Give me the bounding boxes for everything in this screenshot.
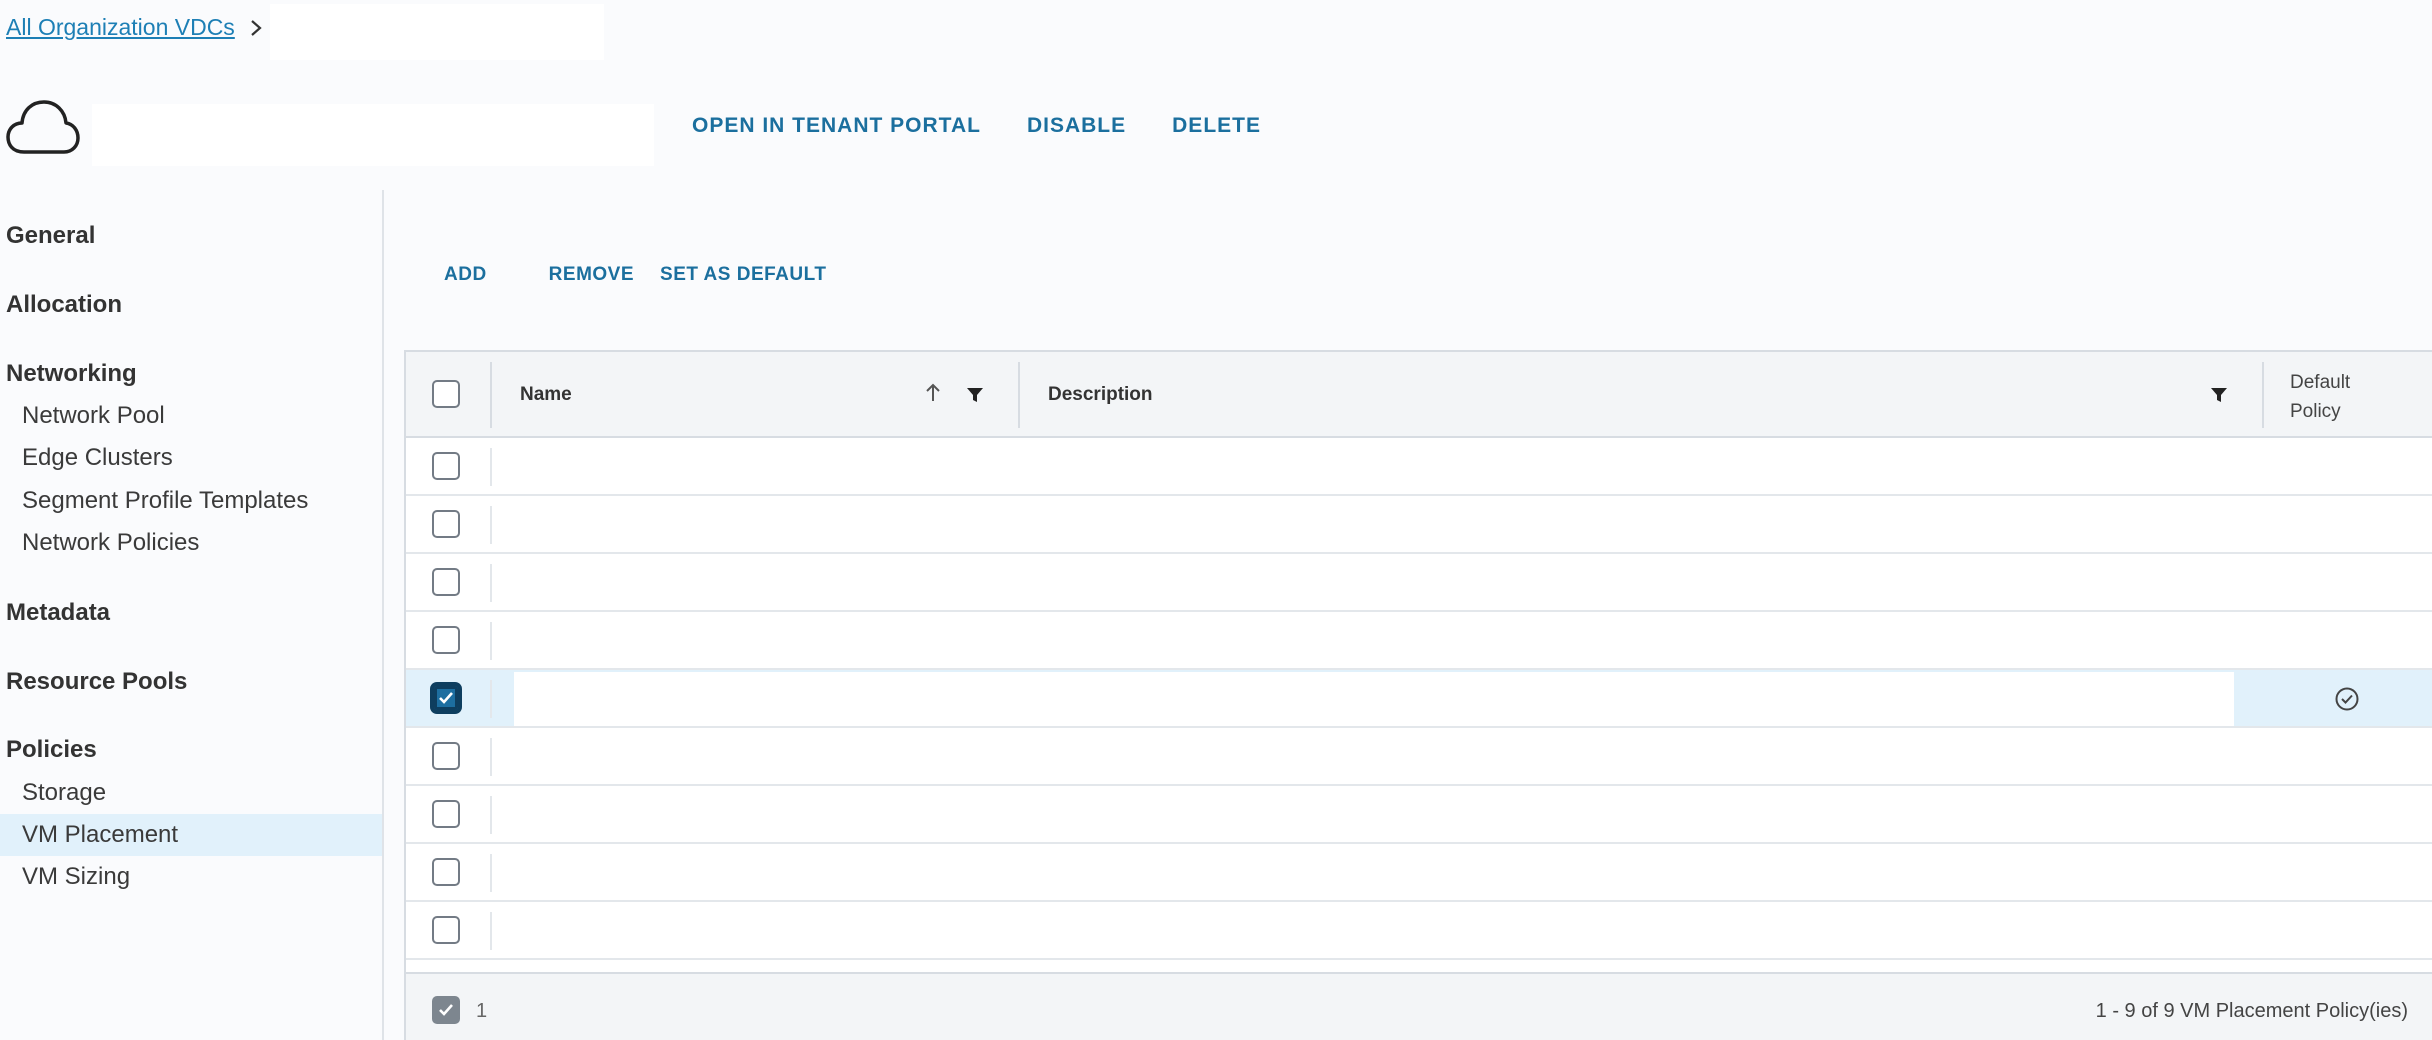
delete-button[interactable]: DELETE xyxy=(1172,114,1261,138)
page-header: OPEN IN TENANT PORTAL DISABLE DELETE xyxy=(0,88,2432,166)
grid-footer: 1 1 - 9 of 9 VM Placement Policy(ies) xyxy=(406,972,2432,1040)
pagination-text: 1 - 9 of 9 VM Placement Policy(ies) xyxy=(2095,1000,2408,1022)
cell-divider xyxy=(490,854,492,892)
sidebar-item-metadata[interactable]: Metadata xyxy=(6,599,110,627)
column-divider xyxy=(2262,362,2264,428)
add-button[interactable]: ADD xyxy=(444,264,487,286)
disable-button[interactable]: DISABLE xyxy=(1027,114,1126,138)
vm-placement-policies-grid: Name Description Default Policy 1 1 - 9 … xyxy=(404,350,2432,1040)
table-row[interactable] xyxy=(406,554,2432,612)
column-header-default-policy-line2: Policy xyxy=(2290,401,2341,422)
sidebar-item-network-policies[interactable]: Network Policies xyxy=(0,522,382,564)
page-title xyxy=(92,104,654,166)
row-checkbox[interactable] xyxy=(432,568,460,596)
redacted-row-content xyxy=(514,672,2234,726)
selected-count: 1 xyxy=(476,1000,488,1022)
breadcrumb: All Organization VDCs xyxy=(6,14,267,41)
row-checkbox[interactable] xyxy=(432,684,460,712)
sidebar-item-general[interactable]: General xyxy=(6,222,95,250)
redacted-row-content xyxy=(514,440,2234,494)
table-row[interactable] xyxy=(406,438,2432,496)
cell-divider xyxy=(490,448,492,486)
sort-ascending-icon[interactable] xyxy=(922,382,944,404)
sidebar-item-vm-placement[interactable]: VM Placement xyxy=(0,814,382,856)
redacted-row-content xyxy=(514,614,2234,668)
cell-divider xyxy=(490,680,492,718)
filter-icon[interactable] xyxy=(2208,384,2230,406)
row-checkbox[interactable] xyxy=(432,626,460,654)
header-actions: OPEN IN TENANT PORTAL DISABLE DELETE xyxy=(692,114,1261,138)
table-row[interactable] xyxy=(406,786,2432,844)
cell-divider xyxy=(490,738,492,776)
select-all-checkbox[interactable] xyxy=(432,380,460,408)
column-divider xyxy=(490,362,492,428)
row-checkbox[interactable] xyxy=(432,800,460,828)
sidebar-nav: General Allocation Networking Network Po… xyxy=(0,190,384,1040)
redacted-row-content xyxy=(514,730,2234,784)
default-policy-check-circle-icon xyxy=(2335,687,2359,711)
column-divider xyxy=(1018,362,1020,428)
sidebar-item-storage[interactable]: Storage xyxy=(0,772,382,814)
sidebar-item-vm-sizing[interactable]: VM Sizing xyxy=(0,856,382,898)
table-row[interactable] xyxy=(406,612,2432,670)
set-as-default-button[interactable]: SET AS DEFAULT xyxy=(660,264,826,286)
redacted-area xyxy=(270,4,604,60)
sidebar-item-resource-pools[interactable]: Resource Pools xyxy=(6,668,187,696)
redacted-row-content xyxy=(514,788,2234,842)
vm-placement-page: All Organization VDCs OPEN IN TENANT POR… xyxy=(0,0,2432,1040)
checkmark-icon xyxy=(439,692,453,704)
column-header-description[interactable]: Description xyxy=(1048,384,1153,406)
sidebar-section-policies: Policies xyxy=(6,736,97,763)
remove-button[interactable]: REMOVE xyxy=(549,264,634,286)
chevron-right-icon xyxy=(251,19,262,36)
filter-icon[interactable] xyxy=(964,384,986,406)
cell-divider xyxy=(490,564,492,602)
sidebar-section-networking: Networking xyxy=(6,360,137,387)
redacted-row-content xyxy=(514,556,2234,610)
cell-divider xyxy=(490,796,492,834)
table-row[interactable] xyxy=(406,902,2432,960)
open-in-tenant-portal-button[interactable]: OPEN IN TENANT PORTAL xyxy=(692,114,981,138)
redacted-row-content xyxy=(514,904,2234,958)
column-header-default-policy[interactable]: Default Policy xyxy=(2290,368,2350,426)
sidebar-item-allocation[interactable]: Allocation xyxy=(6,291,122,319)
row-checkbox[interactable] xyxy=(432,452,460,480)
redacted-row-content xyxy=(514,846,2234,900)
cell-divider xyxy=(490,506,492,544)
grid-header: Name Description Default Policy xyxy=(406,352,2432,438)
cloud-icon xyxy=(6,100,80,154)
row-checkbox[interactable] xyxy=(432,916,460,944)
cell-divider xyxy=(490,622,492,660)
row-checkbox[interactable] xyxy=(432,510,460,538)
sidebar-item-network-pool[interactable]: Network Pool xyxy=(0,395,382,437)
grid-toolbar: ADD REMOVE SET AS DEFAULT xyxy=(444,264,826,286)
sidebar-item-segment-profile-templates[interactable]: Segment Profile Templates xyxy=(0,480,382,522)
table-row[interactable] xyxy=(406,496,2432,554)
column-header-name[interactable]: Name xyxy=(520,384,572,406)
table-row[interactable] xyxy=(406,728,2432,786)
row-checkbox[interactable] xyxy=(432,742,460,770)
table-row[interactable] xyxy=(406,670,2432,728)
redacted-row-content xyxy=(514,498,2234,552)
breadcrumb-link-org-vdcs[interactable]: All Organization VDCs xyxy=(6,14,235,41)
column-header-default-policy-line1: Default xyxy=(2290,372,2351,393)
row-checkbox[interactable] xyxy=(432,858,460,886)
cell-divider xyxy=(490,912,492,950)
column-toggle-checkbox[interactable] xyxy=(432,996,460,1024)
sidebar-item-edge-clusters[interactable]: Edge Clusters xyxy=(0,437,382,479)
table-row[interactable] xyxy=(406,844,2432,902)
